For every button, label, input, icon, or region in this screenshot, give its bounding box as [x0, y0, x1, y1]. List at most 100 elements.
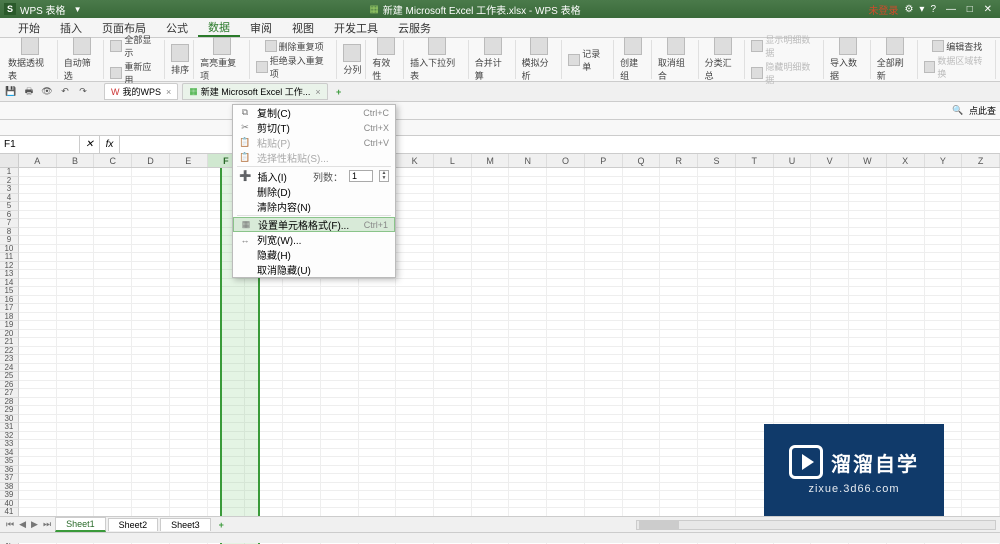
cell[interactable] — [434, 381, 472, 390]
cell[interactable] — [774, 304, 812, 313]
cell[interactable] — [849, 398, 887, 407]
cell[interactable] — [94, 194, 132, 203]
cell[interactable] — [434, 177, 472, 186]
ctx-insert[interactable]: ➕ 插入(I) 列数： ▲▼ — [233, 168, 395, 184]
cell[interactable] — [547, 287, 585, 296]
column-header[interactable]: X — [887, 154, 925, 167]
cell[interactable] — [585, 279, 623, 288]
cell[interactable] — [849, 330, 887, 339]
cell[interactable] — [132, 279, 170, 288]
cell[interactable] — [321, 296, 359, 305]
cell[interactable] — [132, 364, 170, 373]
cell[interactable] — [698, 253, 736, 262]
cell[interactable] — [472, 483, 510, 492]
cell[interactable] — [660, 296, 698, 305]
cell[interactable] — [736, 321, 774, 330]
cell[interactable] — [208, 440, 246, 449]
cell[interactable] — [472, 304, 510, 313]
ctx-cut[interactable]: ✂剪切(T)Ctrl+X — [233, 120, 395, 135]
cell[interactable] — [283, 474, 321, 483]
cell[interactable] — [170, 185, 208, 194]
cell[interactable] — [849, 296, 887, 305]
cell[interactable] — [811, 296, 849, 305]
cell[interactable] — [736, 313, 774, 322]
cell[interactable] — [472, 338, 510, 347]
cell[interactable] — [57, 194, 95, 203]
cell[interactable] — [585, 500, 623, 509]
cell[interactable] — [547, 432, 585, 441]
cell[interactable] — [19, 338, 57, 347]
cell[interactable] — [509, 185, 547, 194]
cell[interactable] — [509, 389, 547, 398]
column-header[interactable]: K — [396, 154, 434, 167]
cell[interactable] — [19, 228, 57, 237]
cell[interactable] — [321, 389, 359, 398]
cell[interactable] — [245, 398, 283, 407]
cell[interactable] — [283, 279, 321, 288]
cell[interactable] — [887, 236, 925, 245]
cell[interactable] — [19, 202, 57, 211]
cell[interactable] — [472, 398, 510, 407]
column-header[interactable]: A — [19, 154, 57, 167]
cell[interactable] — [887, 364, 925, 373]
cell[interactable] — [94, 440, 132, 449]
cell[interactable] — [736, 177, 774, 186]
cell[interactable] — [925, 279, 963, 288]
cell[interactable] — [811, 372, 849, 381]
cell[interactable] — [94, 415, 132, 424]
cell[interactable] — [359, 296, 397, 305]
cell[interactable] — [585, 474, 623, 483]
cell[interactable] — [509, 491, 547, 500]
sheet-tab-3[interactable]: Sheet3 — [160, 518, 211, 531]
cell[interactable] — [434, 491, 472, 500]
cell[interactable] — [396, 355, 434, 364]
cell[interactable] — [962, 245, 1000, 254]
cell[interactable] — [774, 415, 812, 424]
cell[interactable] — [434, 483, 472, 492]
cell[interactable] — [359, 423, 397, 432]
cell[interactable] — [208, 423, 246, 432]
cell[interactable] — [57, 253, 95, 262]
cell[interactable] — [359, 440, 397, 449]
cell[interactable] — [547, 491, 585, 500]
cell[interactable] — [359, 347, 397, 356]
cell[interactable] — [170, 330, 208, 339]
cell[interactable] — [811, 236, 849, 245]
cell[interactable] — [925, 211, 963, 220]
doctab-active[interactable]: ▦新建 Microsoft Excel 工作...× — [182, 83, 327, 100]
cell[interactable] — [736, 347, 774, 356]
cell[interactable] — [434, 279, 472, 288]
cell[interactable] — [57, 202, 95, 211]
cell[interactable] — [396, 194, 434, 203]
autofilter-button[interactable]: 自动筛选 — [64, 37, 100, 82]
cell[interactable] — [19, 466, 57, 475]
cell[interactable] — [132, 270, 170, 279]
cell[interactable] — [698, 194, 736, 203]
cell[interactable] — [623, 347, 661, 356]
cell[interactable] — [359, 398, 397, 407]
cell[interactable] — [925, 177, 963, 186]
cell[interactable] — [94, 423, 132, 432]
cell[interactable] — [94, 466, 132, 475]
cell[interactable] — [208, 279, 246, 288]
cell[interactable] — [623, 287, 661, 296]
cell[interactable] — [660, 483, 698, 492]
cell[interactable] — [132, 245, 170, 254]
cell[interactable] — [660, 466, 698, 475]
cell[interactable] — [660, 491, 698, 500]
cell[interactable] — [321, 287, 359, 296]
cell[interactable] — [94, 372, 132, 381]
cell[interactable] — [736, 219, 774, 228]
cell[interactable] — [698, 219, 736, 228]
cell[interactable] — [283, 389, 321, 398]
cell[interactable] — [585, 185, 623, 194]
cell[interactable] — [962, 202, 1000, 211]
menu-tab-formula[interactable]: 公式 — [156, 18, 198, 37]
cell[interactable] — [962, 372, 1000, 381]
cell[interactable] — [472, 466, 510, 475]
sheet-nav-prev[interactable]: ◀ — [17, 519, 28, 530]
column-header[interactable]: M — [472, 154, 510, 167]
cell[interactable] — [698, 347, 736, 356]
cell[interactable] — [283, 296, 321, 305]
cell[interactable] — [321, 483, 359, 492]
